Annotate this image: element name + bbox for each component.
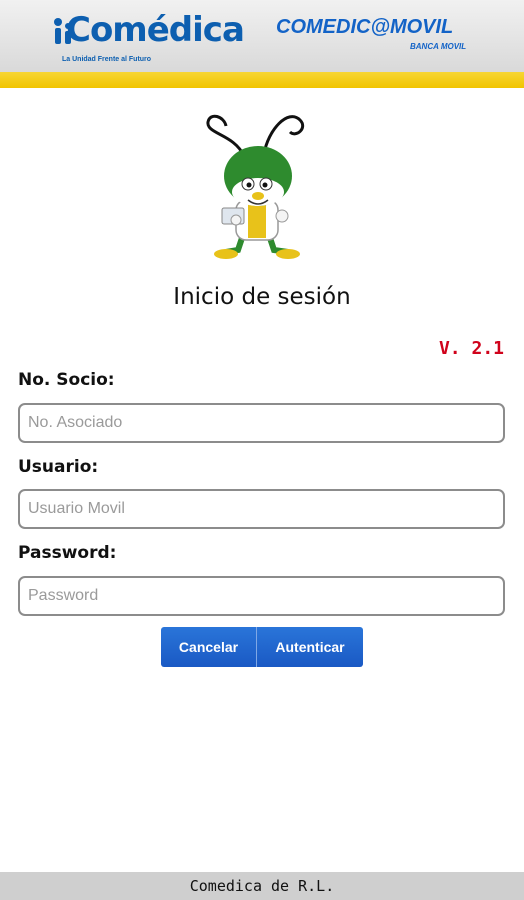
logo-tagline: La Unidad Frente al Futuro [62,56,152,63]
logo-wordmark: Comédica [66,10,245,50]
app-title: COMEDIC@MOVIL [276,16,454,38]
app-subtitle: BANCA MOVIL [410,42,467,51]
app-header: Comédica La Unidad Frente al Futuro COME… [0,0,524,72]
comedica-logo: Comédica La Unidad Frente al Futuro [50,8,245,68]
usuario-input[interactable] [18,489,505,529]
password-input[interactable] [18,576,505,616]
login-button-group: Cancelar Autenticar [161,627,363,667]
header-stripe [0,72,524,88]
authenticate-button[interactable]: Autenticar [257,627,363,667]
cancel-button[interactable]: Cancelar [161,627,257,667]
page-title: Inicio de sesión [173,284,351,310]
socio-label: No. Socio: [18,370,115,390]
footer-text: Comedica de R.L. [189,877,335,895]
password-label: Password: [18,543,117,563]
version-label: V. 2.1 [438,338,504,359]
usuario-label: Usuario: [18,457,99,477]
socio-input[interactable] [18,403,505,443]
footer: Comedica de R.L. [0,872,524,900]
cricket-mascot-icon [206,114,305,259]
